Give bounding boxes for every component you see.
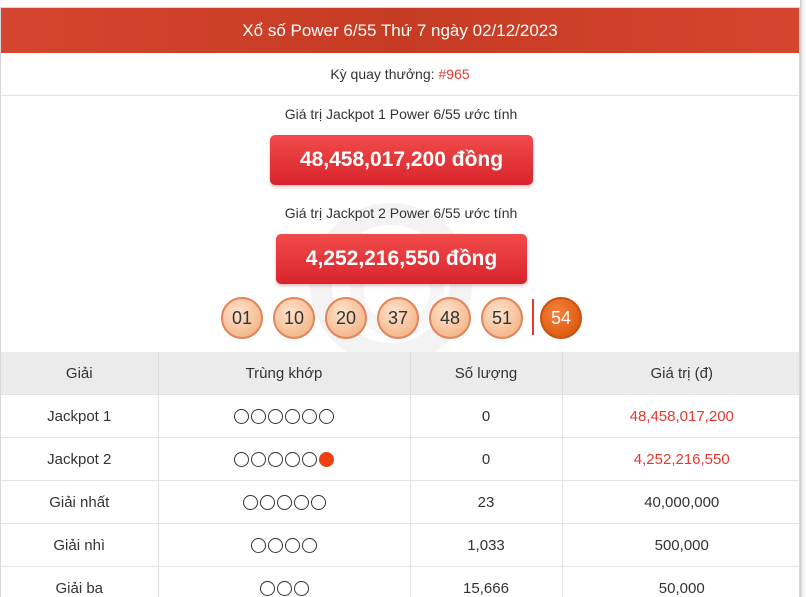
- jackpot-area: Giá trị Jackpot 1 Power 6/55 ước tính 48…: [1, 96, 799, 365]
- winner-count: 0: [410, 437, 563, 481]
- match-circle-icon: [285, 538, 300, 554]
- winner-count: 0: [410, 394, 563, 438]
- winning-ball: 01: [221, 297, 263, 339]
- table-row: Jackpot 2 0 4,252,216,550: [1, 437, 799, 481]
- match-circles: [242, 495, 326, 511]
- jackpot-2-amount: 4,252,216,550 đồng: [305, 247, 498, 270]
- prize-value: 4,252,216,550: [562, 437, 799, 481]
- jackpot-2-value: 4,252,216,550 đồng: [276, 234, 527, 284]
- match-circle-icon: [276, 581, 292, 597]
- match-circle-icon: [259, 495, 275, 511]
- match-indicator: [158, 523, 411, 567]
- match-circle-icon: [242, 495, 258, 511]
- match-indicator: [158, 480, 411, 524]
- match-indicator: [158, 437, 411, 481]
- match-circle-icon: [251, 538, 266, 554]
- match-circles: [251, 538, 317, 554]
- winning-ball: 48: [429, 297, 471, 339]
- winning-ball: 20: [325, 297, 367, 339]
- match-indicator: [158, 566, 411, 597]
- match-circle-icon: [293, 581, 309, 597]
- match-circle-icon: [302, 452, 317, 468]
- match-circle-icon: [310, 495, 326, 511]
- winner-count: 1,033: [410, 523, 563, 567]
- watermark-logo-icon: [310, 203, 472, 365]
- table-row: Giải nhì 1,033 500,000: [1, 523, 799, 567]
- winning-ball: 37: [377, 297, 419, 339]
- match-circle-icon: [268, 409, 283, 425]
- winner-count: 23: [410, 480, 563, 524]
- winning-ball: 51: [481, 297, 523, 339]
- column-header-prize: Giải: [1, 352, 159, 395]
- prize-value: 40,000,000: [562, 480, 799, 524]
- power-match-icon: [319, 452, 334, 468]
- draw-period: Kỳ quay thưởng: #965: [1, 53, 799, 96]
- jackpot-1-label: Giá trị Jackpot 1 Power 6/55 ước tính: [284, 106, 518, 122]
- period-label: Kỳ quay thưởng:: [330, 66, 435, 82]
- match-circle-icon: [293, 495, 309, 511]
- match-circles: [234, 409, 334, 425]
- table-row: Jackpot 1 0 48,458,017,200: [1, 394, 799, 438]
- match-circles: [259, 581, 309, 597]
- match-indicator: [158, 394, 411, 438]
- table-header-row: Giải Trùng khớp Số lượng Giá trị (đ): [1, 352, 799, 395]
- prize-value: 500,000: [562, 523, 799, 567]
- match-circle-icon: [268, 452, 283, 468]
- power-divider: [532, 299, 534, 335]
- match-circle-icon: [319, 409, 334, 425]
- prize-value: 48,458,017,200: [562, 394, 799, 438]
- column-header-value: Giá trị (đ): [562, 352, 799, 395]
- prize-value: 50,000: [562, 566, 799, 597]
- page: Xổ số Power 6/55 Thứ 7 ngày 02/12/2023 K…: [0, 0, 806, 597]
- match-circle-icon: [276, 495, 292, 511]
- header-title: Xổ số Power 6/55 Thứ 7 ngày 02/12/2023: [242, 20, 558, 40]
- match-circle-icon: [302, 538, 317, 554]
- match-circle-icon: [234, 409, 249, 425]
- match-circle-icon: [268, 538, 283, 554]
- match-circle-icon: [251, 452, 266, 468]
- match-circles: [234, 452, 334, 468]
- match-circle-icon: [285, 409, 300, 425]
- jackpot-1-amount: 48,458,017,200 đồng: [299, 148, 504, 171]
- prize-name: Jackpot 1: [1, 394, 159, 438]
- winning-numbers: 01 10 20 37 48 51 54: [1, 297, 799, 343]
- prize-table: Giải Trùng khớp Số lượng Giá trị (đ) Jac…: [1, 352, 799, 597]
- power-ball: 54: [540, 297, 582, 339]
- result-card: Xổ số Power 6/55 Thứ 7 ngày 02/12/2023 K…: [0, 7, 800, 597]
- prize-table-body: Jackpot 1 0 48,458,017,200 Jackpot 2 0 4,252,…: [1, 394, 799, 597]
- winner-count: 15,666: [410, 566, 563, 597]
- period-number[interactable]: #965: [439, 66, 470, 82]
- table-row: Giải nhất 23 40,000,000: [1, 480, 799, 524]
- jackpot-1-value: 48,458,017,200 đồng: [270, 135, 533, 185]
- column-header-match: Trùng khớp: [158, 352, 411, 395]
- card-edge-shadow: [800, 0, 806, 597]
- column-header-quantity: Số lượng: [410, 352, 563, 395]
- prize-name: Giải nhất: [1, 480, 159, 524]
- match-circle-icon: [251, 409, 266, 425]
- jackpot-2-label: Giá trị Jackpot 2 Power 6/55 ước tính: [284, 205, 518, 221]
- prize-name: Giải ba: [1, 566, 159, 597]
- winning-ball: 10: [273, 297, 315, 339]
- table-row: Giải ba 15,666 50,000: [1, 566, 799, 597]
- match-circle-icon: [302, 409, 317, 425]
- prize-name: Jackpot 2: [1, 437, 159, 481]
- result-header: Xổ số Power 6/55 Thứ 7 ngày 02/12/2023: [1, 8, 799, 53]
- prize-name: Giải nhì: [1, 523, 159, 567]
- match-circle-icon: [285, 452, 300, 468]
- match-circle-icon: [259, 581, 275, 597]
- match-circle-icon: [234, 452, 249, 468]
